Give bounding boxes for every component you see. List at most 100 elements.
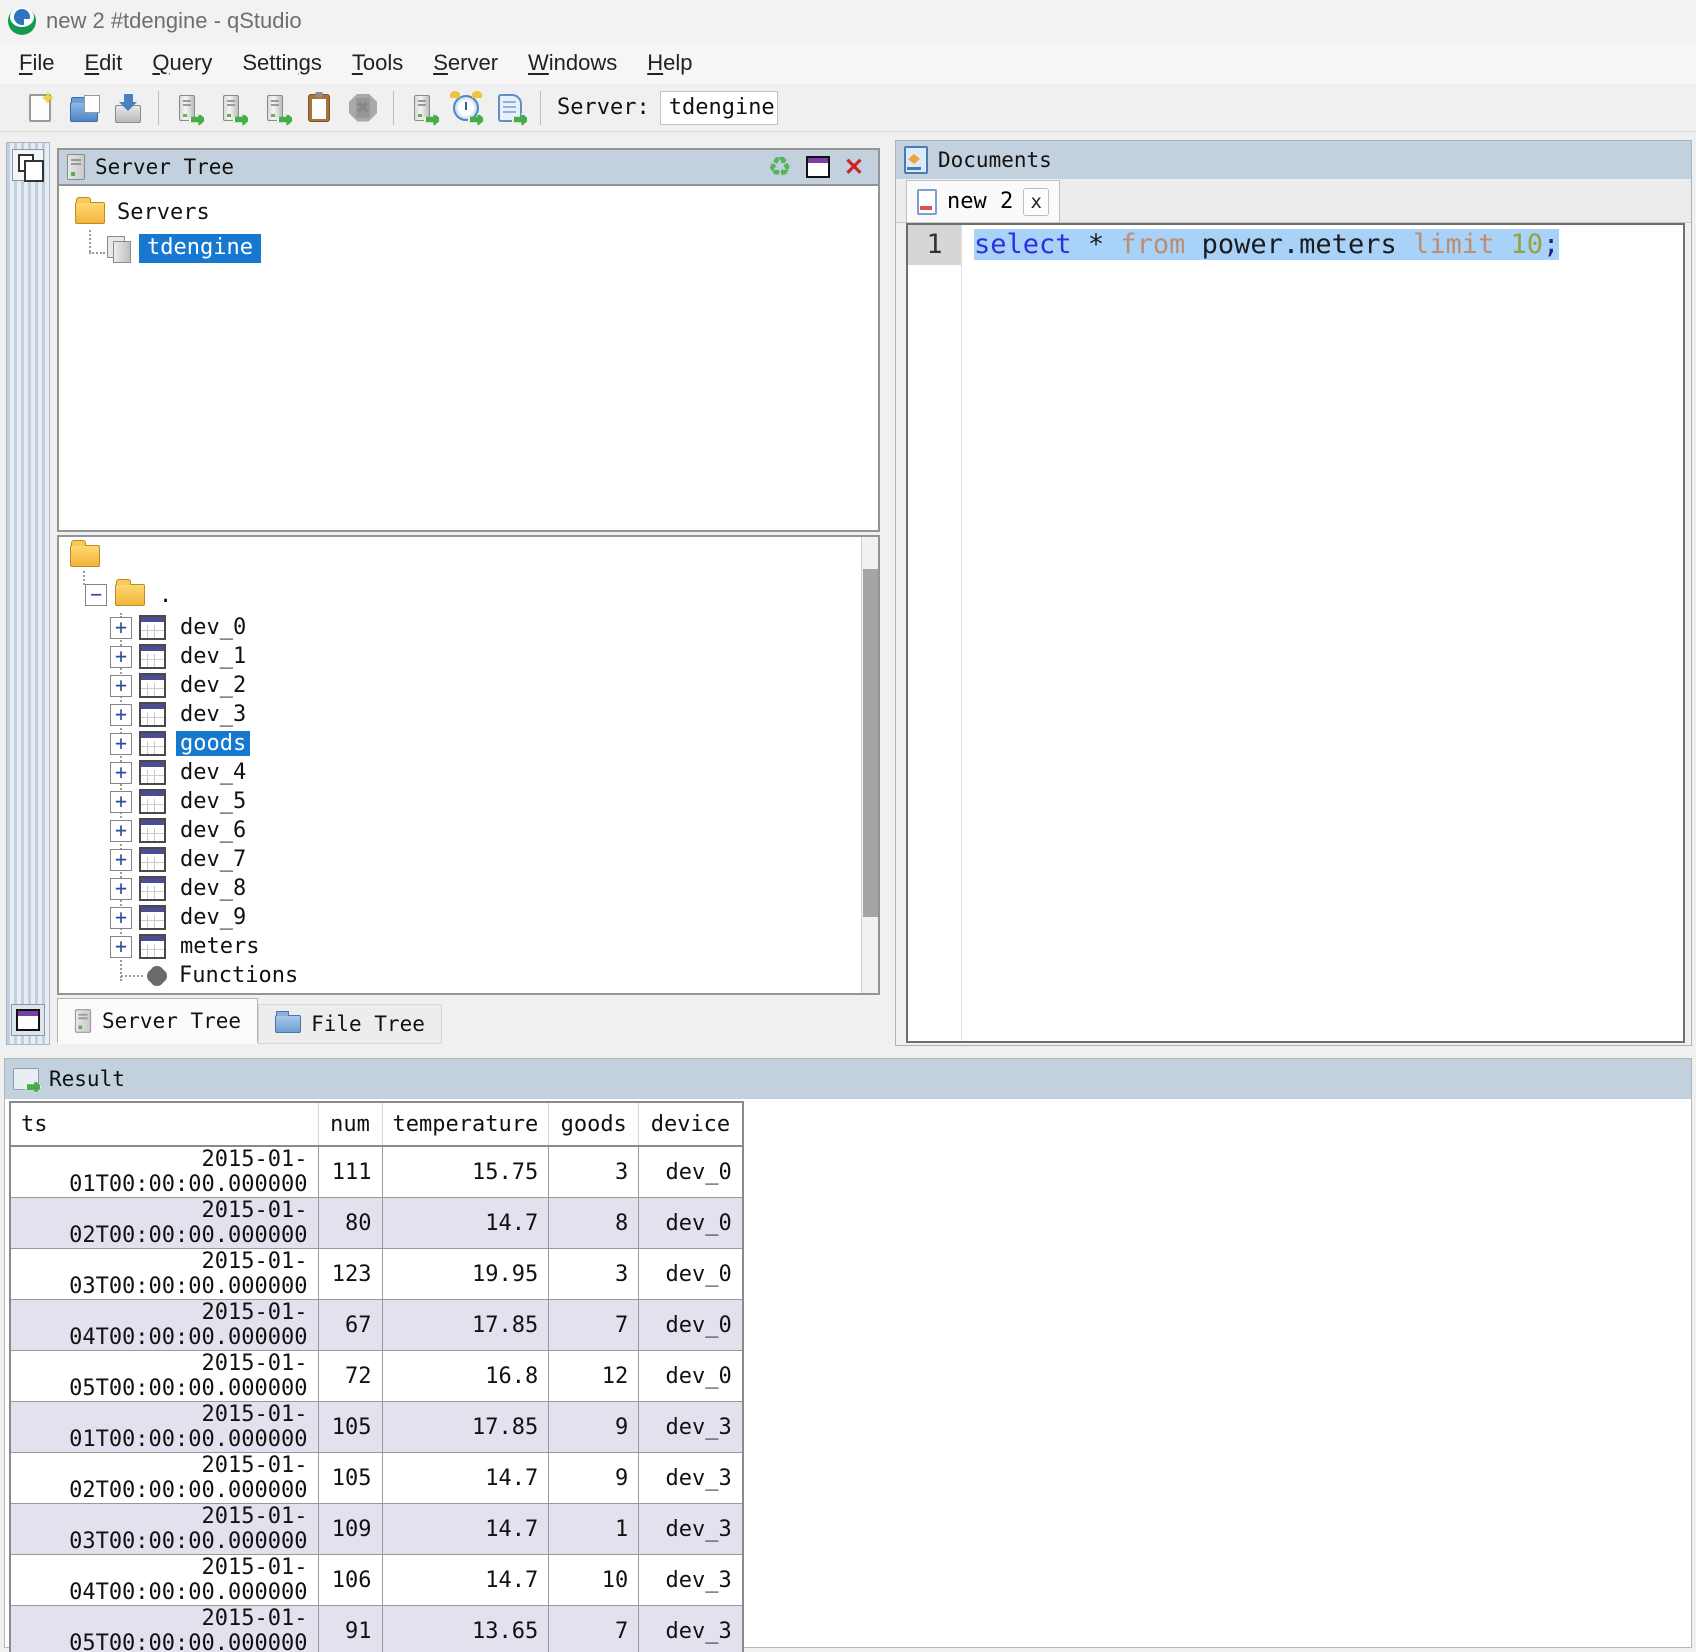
schema-tree-body: − . +dev_0 +dev_1 +dev_2 +dev_3 +goods +… (59, 537, 878, 993)
column-header-ts[interactable]: ts (10, 1102, 318, 1146)
sql-line-1[interactable]: select * from power.meters limit 10; (974, 225, 1683, 265)
tree-node-table[interactable]: +meters (110, 932, 263, 961)
toolbar-separator (393, 91, 394, 125)
tree-node-table[interactable]: +dev_1 (110, 642, 250, 671)
expand-icon[interactable]: + (110, 675, 132, 697)
tree-node-table[interactable]: +dev_7 (110, 845, 250, 874)
open-folder-icon (70, 102, 98, 122)
table-icon (139, 760, 166, 785)
table-row[interactable]: 2015-01-04T00:00:00.0000006717.857dev_0 (10, 1300, 743, 1351)
expand-icon[interactable]: + (110, 733, 132, 755)
schema-tree-scrollbar[interactable] (861, 537, 878, 993)
execute-selection-button[interactable] (257, 90, 293, 126)
new-file-button[interactable]: ✦ (22, 90, 58, 126)
tree-node-table[interactable]: +dev_9 (110, 903, 250, 932)
server-tree-panel: Server Tree ♻ ✕ Servers tdengine (57, 148, 880, 532)
run-script-button[interactable] (492, 90, 528, 126)
save-button[interactable] (110, 90, 146, 126)
table-icon (139, 702, 166, 727)
tab-new-2[interactable]: new 2 x (906, 180, 1060, 222)
column-header-device[interactable]: device (639, 1102, 743, 1146)
schema-dot-label: . (155, 583, 176, 608)
result-panel: Result ts num temperature goods device 2… (4, 1058, 1692, 1648)
close-tab-button[interactable]: x (1023, 188, 1049, 216)
expand-icon[interactable]: + (110, 762, 132, 784)
expand-icon[interactable]: + (110, 617, 132, 639)
expand-icon[interactable]: + (110, 704, 132, 726)
maximize-panel-icon[interactable] (806, 156, 830, 178)
documents-title: Documents (938, 148, 1052, 172)
column-header-goods[interactable]: goods (549, 1102, 639, 1146)
tree-node-servers[interactable]: Servers (75, 200, 210, 225)
paste-button[interactable] (301, 90, 337, 126)
collapse-expander-icon[interactable]: − (85, 584, 107, 606)
execute-line-button[interactable] (213, 90, 249, 126)
expand-icon[interactable]: + (110, 820, 132, 842)
stacked-windows-icon (18, 154, 34, 172)
expand-icon[interactable]: + (110, 936, 132, 958)
tree-node-table-selected[interactable]: +goods (110, 729, 250, 758)
menu-query[interactable]: Query (137, 46, 227, 80)
scrollbar-thumb[interactable] (863, 569, 878, 917)
expand-icon[interactable]: + (110, 791, 132, 813)
server-tree-header: Server Tree ♻ ✕ (59, 150, 878, 186)
stop-query-button[interactable]: ✖ (345, 90, 381, 126)
tree-node-table[interactable]: +dev_5 (110, 787, 250, 816)
menu-help[interactable]: Help (632, 46, 707, 80)
table-icon (139, 934, 166, 959)
table-row[interactable]: 2015-01-04T00:00:00.00000010614.710dev_3 (10, 1555, 743, 1606)
toolbar-separator (158, 91, 159, 125)
refresh-icon[interactable]: ♻ (768, 154, 792, 181)
menu-tools[interactable]: Tools (337, 46, 418, 80)
restore-panels-button[interactable] (12, 149, 44, 181)
column-header-num[interactable]: num (318, 1102, 382, 1146)
tree-node-table[interactable]: +dev_8 (110, 874, 250, 903)
close-panel-icon[interactable]: ✕ (844, 153, 864, 182)
table-row[interactable]: 2015-01-03T00:00:00.00000012319.953dev_0 (10, 1249, 743, 1300)
server-selector-combo[interactable]: tdengine (660, 91, 778, 125)
menu-edit[interactable]: Edit (69, 46, 137, 80)
run-on-server-icon (414, 95, 430, 121)
expand-icon[interactable]: + (110, 878, 132, 900)
table-row[interactable]: 2015-01-05T00:00:00.0000009113.657dev_3 (10, 1606, 743, 1652)
tab-file-tree[interactable]: File Tree (258, 1004, 442, 1044)
execute-query-button[interactable] (169, 90, 205, 126)
table-icon (139, 818, 166, 843)
table-row[interactable]: 2015-01-05T00:00:00.0000007216.812dev_0 (10, 1351, 743, 1402)
line-number: 1 (908, 225, 961, 265)
column-header-temperature[interactable]: temperature (382, 1102, 549, 1146)
tree-node-dot-folder[interactable]: − . (85, 579, 176, 611)
tree-node-table[interactable]: +dev_0 (110, 613, 250, 642)
editor-code-area[interactable]: select * from power.meters limit 10; (962, 225, 1683, 1041)
menu-settings[interactable]: Settings (227, 46, 337, 80)
tree-node-tdengine[interactable]: tdengine (107, 234, 261, 263)
table-row[interactable]: 2015-01-01T00:00:00.00000010517.859dev_3 (10, 1402, 743, 1453)
table-icon (139, 905, 166, 930)
run-on-server-button[interactable] (404, 90, 440, 126)
expand-icon[interactable]: + (110, 907, 132, 929)
server-selector-label: Server: (557, 95, 650, 120)
menu-server[interactable]: Server (418, 46, 513, 80)
tab-server-tree[interactable]: Server Tree (57, 998, 258, 1044)
qstudio-window: new 2 #tdengine - qStudio File Edit Quer… (0, 0, 1696, 1652)
table-row[interactable]: 2015-01-02T00:00:00.0000008014.78dev_0 (10, 1198, 743, 1249)
tree-node-table[interactable]: +dev_6 (110, 816, 250, 845)
table-row[interactable]: 2015-01-03T00:00:00.00000010914.71dev_3 (10, 1504, 743, 1555)
menu-file[interactable]: File (4, 46, 69, 80)
expand-icon[interactable]: + (110, 646, 132, 668)
tree-node-functions[interactable]: Functions (145, 961, 302, 990)
table-row[interactable]: 2015-01-01T00:00:00.00000011115.753dev_0 (10, 1146, 743, 1198)
sql-editor[interactable]: 1 select * from power.meters limit 10; (906, 223, 1685, 1043)
table-row[interactable]: 2015-01-02T00:00:00.00000010514.79dev_3 (10, 1453, 743, 1504)
folder-icon (75, 202, 105, 224)
menu-windows[interactable]: Windows (513, 46, 632, 80)
table-icon (139, 673, 166, 698)
tree-node-table[interactable]: +dev_3 (110, 700, 250, 729)
schedule-query-button[interactable] (448, 90, 484, 126)
tree-node-root-folder[interactable] (70, 545, 100, 567)
minimized-panel-button[interactable] (11, 1004, 45, 1036)
tree-node-table[interactable]: +dev_2 (110, 671, 250, 700)
expand-icon[interactable]: + (110, 849, 132, 871)
tree-node-table[interactable]: +dev_4 (110, 758, 250, 787)
open-file-button[interactable] (66, 90, 102, 126)
